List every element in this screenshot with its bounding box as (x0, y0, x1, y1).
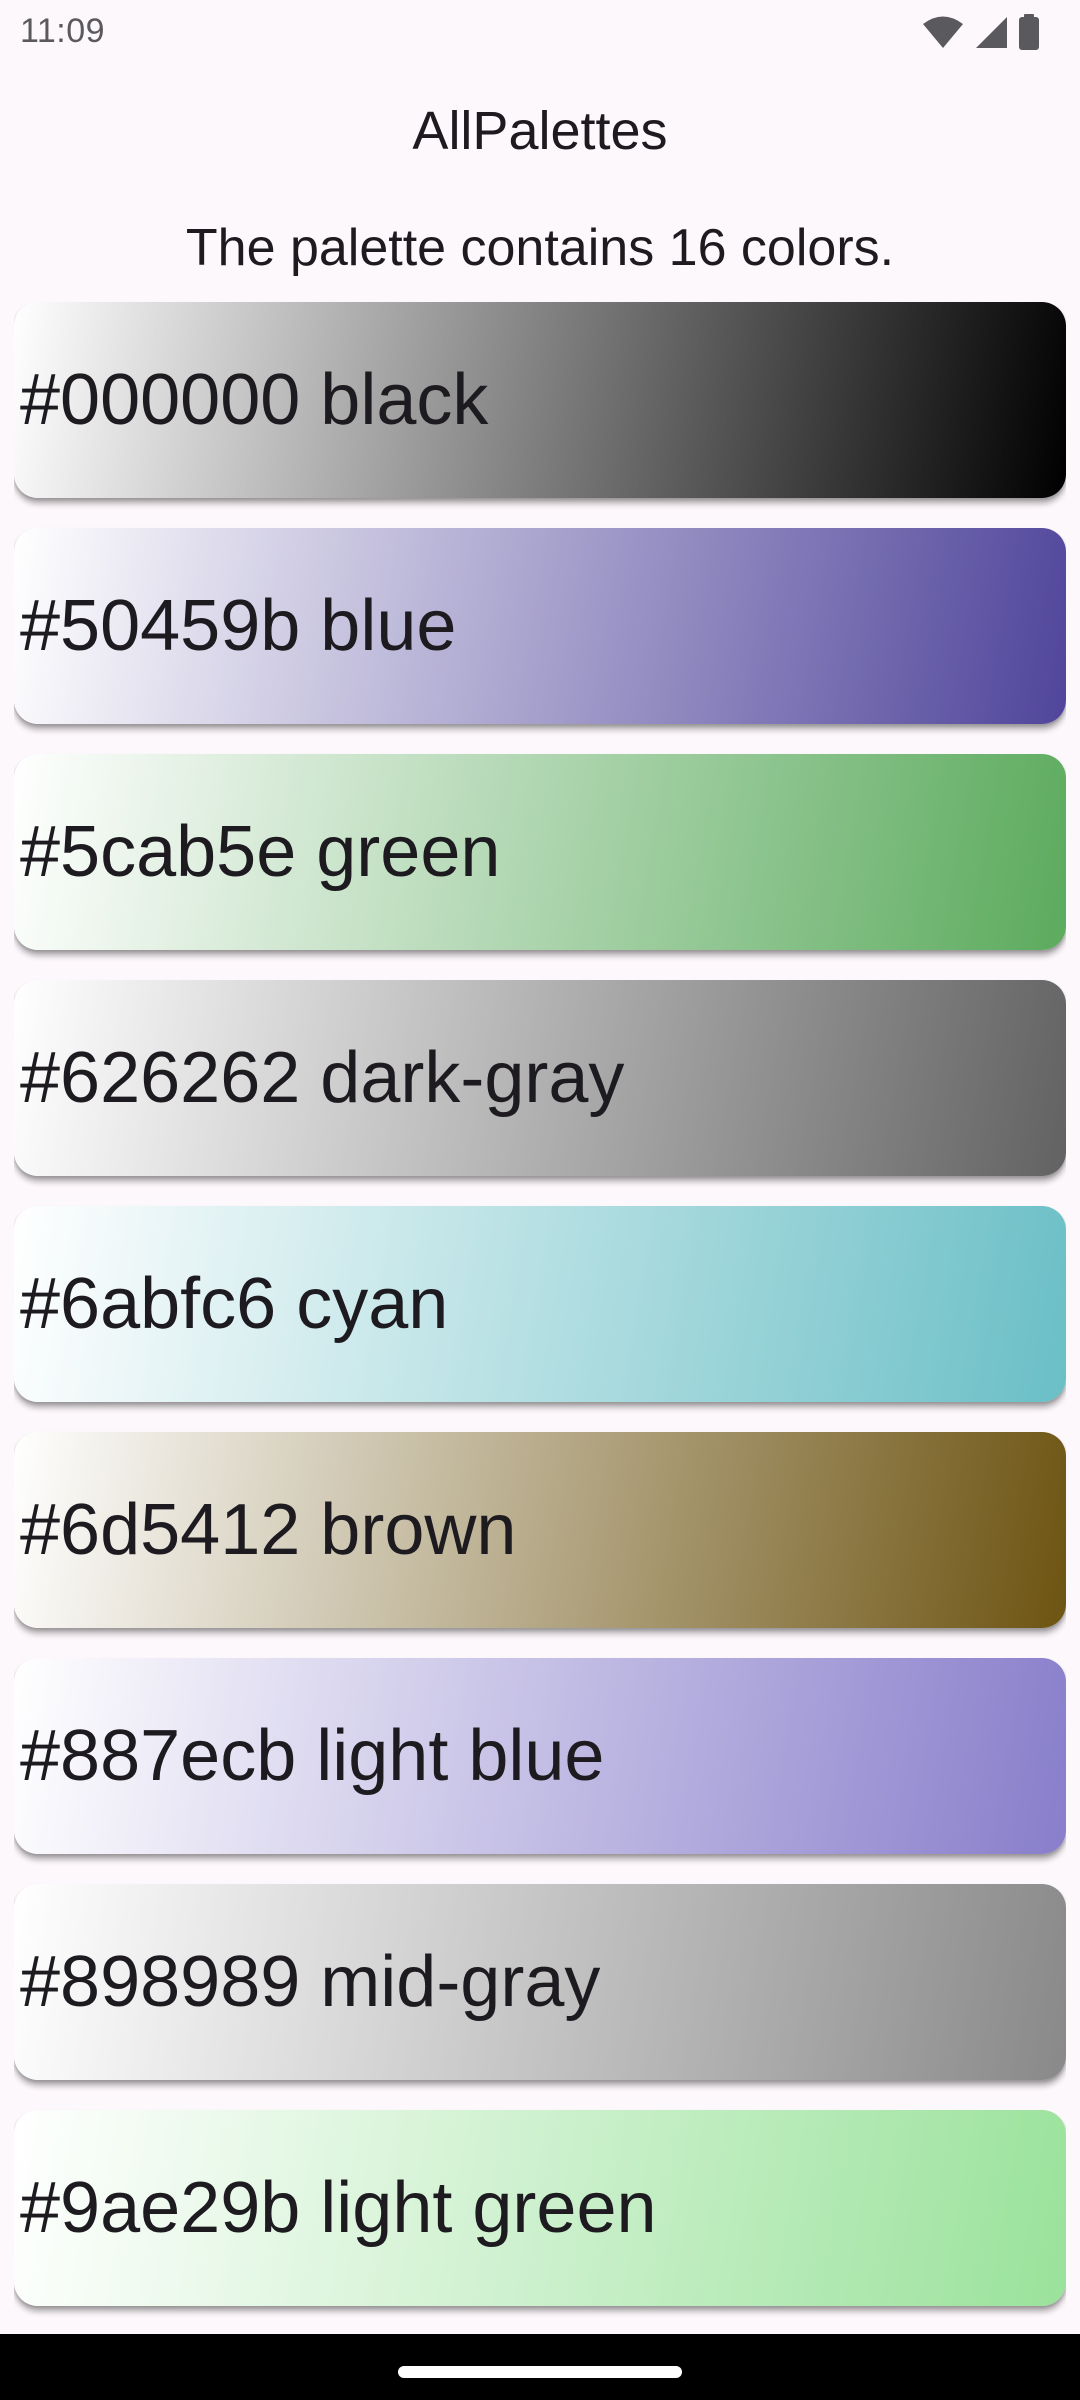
color-swatch-label: #626262 dark-gray (20, 1038, 625, 1118)
color-swatch-card[interactable]: #898989 mid-gray (14, 1884, 1066, 2080)
color-swatch-card[interactable]: #000000 black (14, 302, 1066, 498)
color-swatch-label: #5cab5e green (20, 812, 501, 892)
page-title: AllPalettes (412, 101, 668, 161)
color-swatch-label: #50459b blue (20, 586, 457, 666)
color-swatch-card[interactable]: #6abfc6 cyan (14, 1206, 1066, 1402)
color-swatch-label: #898989 mid-gray (20, 1942, 601, 2022)
color-swatch-card[interactable]: #50459b blue (14, 528, 1066, 724)
color-swatch-card[interactable]: #6d5412 brown (14, 1432, 1066, 1628)
color-swatch-label: #9ae29b light green (20, 2168, 657, 2248)
palette-count-text: The palette contains 16 colors. (185, 219, 895, 277)
signal-icon (974, 15, 1008, 49)
status-icons (922, 14, 1040, 50)
color-swatch-card[interactable]: #887ecb light blue (14, 1658, 1066, 1854)
color-swatch-card[interactable]: #5cab5e green (14, 754, 1066, 950)
color-swatch-card[interactable]: #626262 dark-gray (14, 980, 1066, 1176)
color-swatch-label: #887ecb light blue (20, 1716, 605, 1796)
color-swatch-card[interactable]: #9ae29b light green (14, 2110, 1066, 2306)
wifi-icon (922, 15, 964, 49)
color-swatch-label: #6abfc6 cyan (20, 1264, 449, 1344)
color-swatch-label: #000000 black (20, 360, 489, 440)
palette-list[interactable]: #000000 black #50459b blue #5cab5e green #6… (14, 302, 1066, 2332)
status-bar: 11:09 (0, 0, 1080, 64)
battery-icon (1018, 14, 1040, 50)
color-swatch-label: #6d5412 brown (20, 1490, 517, 1570)
status-time: 11:09 (20, 12, 106, 50)
home-gesture-handle[interactable] (398, 2366, 682, 2378)
